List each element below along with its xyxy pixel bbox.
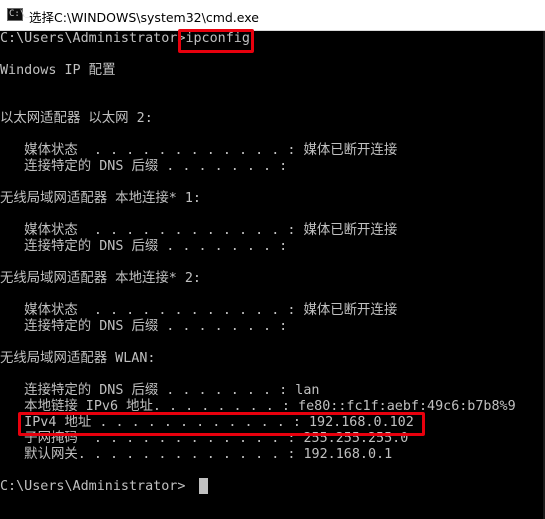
cmd-console-icon: C:\_ xyxy=(7,8,31,21)
wlan-adapter-title: 无线局域网适配器 WLAN: xyxy=(0,351,156,366)
lan1-dns-suffix: 连接特定的 DNS 后缀 . . . . . . . : xyxy=(0,239,288,254)
lan1-media-state: 媒体状态 . . . . . . . . . . . . : 媒体已断开连接 xyxy=(0,223,398,238)
text-cursor xyxy=(199,478,208,494)
prompt: C:\Users\Administrator> xyxy=(0,31,186,46)
prompt: C:\Users\Administrator> xyxy=(0,479,186,494)
console-output[interactable]: C:\Users\Administrator>ipconfig Windows … xyxy=(0,31,545,519)
ethernet-dns-suffix: 连接特定的 DNS 后缀 . . . . . . . : xyxy=(0,159,288,174)
wireless-lan2-title: 无线局域网适配器 本地连接* 2: xyxy=(0,271,201,286)
command-highlight-box xyxy=(178,29,254,53)
wlan-default-gateway: 默认网关. . . . . . . . . . . . . : 192.168.… xyxy=(0,447,393,462)
title-bar[interactable]: C:\_ 选择C:\WINDOWS\system32\cmd.exe xyxy=(0,0,545,31)
lan2-dns-suffix: 连接特定的 DNS 后缀 . . . . . . . : xyxy=(0,319,288,334)
wlan-dns-suffix: 连接特定的 DNS 后缀 . . . . . . . : lan xyxy=(0,383,320,398)
ethernet-adapter-title: 以太网适配器 以太网 2: xyxy=(0,111,153,126)
ipv4-highlight-box xyxy=(18,412,425,436)
window-title: 选择C:\WINDOWS\system32\cmd.exe xyxy=(29,10,259,25)
wireless-lan1-title: 无线局域网适配器 本地连接* 1: xyxy=(0,191,201,206)
prompt-line-current: C:\Users\Administrator> xyxy=(0,479,185,495)
ip-config-header: Windows IP 配置 xyxy=(0,63,116,78)
ethernet-media-state: 媒体状态 . . . . . . . . . . . . : 媒体已断开连接 xyxy=(0,143,398,158)
lan2-media-state: 媒体状态 . . . . . . . . . . . . : 媒体已断开连接 xyxy=(0,303,398,318)
